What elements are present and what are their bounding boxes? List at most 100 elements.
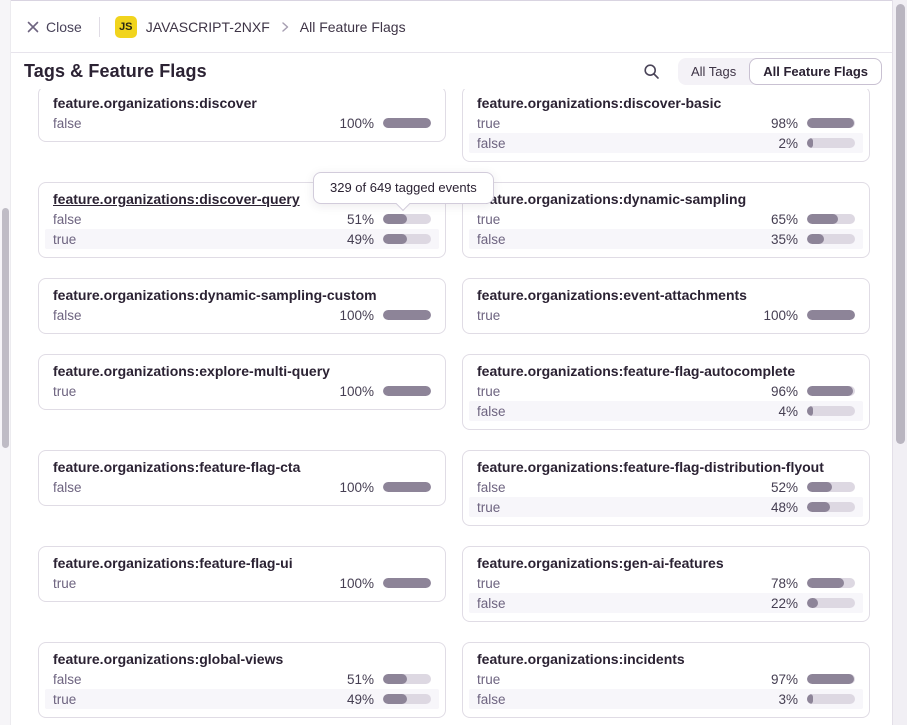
flag-value-label: false — [53, 116, 338, 131]
feature-flag-name-link[interactable]: feature.organizations:discover — [53, 93, 431, 113]
feature-flag-card: feature.organizations:explore-multi-quer… — [38, 354, 446, 410]
feature-flag-name-link[interactable]: feature.organizations:gen-ai-features — [477, 553, 855, 573]
distribution-bar-fill — [807, 234, 824, 244]
flag-rows: false52%true48% — [477, 477, 855, 517]
distribution-bar-fill — [807, 138, 813, 148]
feature-flag-card: feature.organizations:feature-flag-autoc… — [462, 354, 870, 430]
flag-percentage: 98% — [762, 116, 798, 131]
distribution-bar-fill — [807, 118, 854, 128]
feature-flag-name-link[interactable]: feature.organizations:discover-basic — [477, 93, 855, 113]
feature-flag-name-link[interactable]: feature.organizations:feature-flag-distr… — [477, 457, 855, 477]
feature-flag-name-link[interactable]: feature.organizations:global-views — [53, 649, 431, 669]
flag-value-row[interactable]: true48% — [469, 497, 863, 517]
flag-value-row[interactable]: false100% — [45, 305, 439, 325]
javascript-platform-icon: JS — [115, 16, 137, 38]
page-scrollbar-thumb[interactable] — [2, 208, 9, 448]
flag-value-row[interactable]: false100% — [45, 477, 439, 497]
distribution-bar — [383, 234, 431, 244]
flag-value-label: true — [477, 116, 762, 131]
distribution-bar — [807, 214, 855, 224]
flag-value-row[interactable]: false51% — [45, 209, 439, 229]
feature-flag-name-link[interactable]: feature.organizations:dynamic-sampling-c… — [53, 285, 431, 305]
drawer-scrollbar-thumb[interactable] — [896, 4, 905, 444]
distribution-bar-fill — [807, 310, 855, 320]
flag-value-row[interactable]: true78% — [469, 573, 863, 593]
feature-flag-card: feature.organizations:gen-ai-featurestru… — [462, 546, 870, 622]
flag-rows: false51%true49% — [53, 669, 431, 709]
flag-value-row[interactable]: true49% — [45, 689, 439, 709]
distribution-bar-fill — [807, 578, 844, 588]
flag-percentage: 97% — [762, 672, 798, 687]
flag-value-row[interactable]: true65% — [469, 209, 863, 229]
flag-value-label: false — [477, 692, 762, 707]
flag-rows: true96%false4% — [477, 381, 855, 421]
flag-value-row[interactable]: false22% — [469, 593, 863, 613]
feature-flag-name-link[interactable]: feature.organizations:incidents — [477, 649, 855, 669]
page-vertical-scrollbar[interactable] — [0, 0, 11, 725]
view-toggle: All Tags All Feature Flags — [678, 58, 882, 85]
close-button[interactable]: Close — [24, 15, 84, 39]
feature-flag-card: feature.organizations:global-viewsfalse5… — [38, 642, 446, 718]
feature-flag-name-link[interactable]: feature.organizations:dynamic-sampling — [477, 189, 855, 209]
feature-flag-card: feature.organizations:event-attachmentst… — [462, 278, 870, 334]
flag-percentage: 100% — [338, 116, 374, 131]
distribution-bar — [807, 578, 855, 588]
breadcrumb-project[interactable]: JAVASCRIPT-2NXF — [146, 19, 270, 35]
drawer-header: Tags & Feature Flags All Tags All Featur… — [11, 53, 907, 89]
flag-value-row[interactable]: false3% — [469, 689, 863, 709]
flag-percentage: 52% — [762, 480, 798, 495]
flag-value-row[interactable]: true100% — [45, 573, 439, 593]
feature-flag-card: feature.organizations:feature-flag-uitru… — [38, 546, 446, 602]
flag-percentage: 35% — [762, 232, 798, 247]
flag-rows: false100% — [53, 113, 431, 133]
feature-flag-name-link[interactable]: feature.organizations:feature-flag-ui — [53, 553, 431, 573]
flag-rows: true100% — [53, 573, 431, 593]
flag-value-row[interactable]: false100% — [45, 113, 439, 133]
flag-value-row[interactable]: true97% — [469, 669, 863, 689]
flag-value-row[interactable]: false52% — [469, 477, 863, 497]
flag-value-label: true — [477, 212, 762, 227]
feature-flag-card: feature.organizations:discover-basictrue… — [462, 89, 870, 162]
flag-percentage: 78% — [762, 576, 798, 591]
flag-value-row[interactable]: false4% — [469, 401, 863, 421]
feature-flag-name-link[interactable]: feature.organizations:feature-flag-cta — [53, 457, 431, 477]
flag-rows: true97%false3% — [477, 669, 855, 709]
flag-value-label: true — [477, 384, 762, 399]
distribution-bar-fill — [383, 234, 407, 244]
distribution-bar-fill — [383, 214, 407, 224]
tab-all-tags[interactable]: All Tags — [678, 58, 749, 85]
flag-value-row[interactable]: true100% — [469, 305, 863, 325]
distribution-bar — [383, 674, 431, 684]
flag-value-row[interactable]: false2% — [469, 133, 863, 153]
feature-flag-name-link[interactable]: feature.organizations:feature-flag-autoc… — [477, 361, 855, 381]
distribution-bar — [383, 578, 431, 588]
flag-value-row[interactable]: true96% — [469, 381, 863, 401]
distribution-bar — [807, 138, 855, 148]
search-button[interactable] — [638, 57, 666, 85]
distribution-bar — [383, 214, 431, 224]
flag-value-row[interactable]: true98% — [469, 113, 863, 133]
flag-value-row[interactable]: true49% — [45, 229, 439, 249]
topbar-divider — [99, 17, 100, 37]
distribution-bar — [807, 118, 855, 128]
distribution-bar — [807, 502, 855, 512]
drawer-vertical-scrollbar[interactable] — [892, 0, 907, 725]
distribution-bar-fill — [383, 482, 431, 492]
distribution-bar — [383, 310, 431, 320]
distribution-bar — [383, 482, 431, 492]
flag-value-label: true — [477, 672, 762, 687]
feature-flag-card: feature.organizations:feature-flag-ctafa… — [38, 450, 446, 506]
tab-all-feature-flags[interactable]: All Feature Flags — [749, 58, 882, 85]
page: Close JS JAVASCRIPT-2NXF All Feature Fla… — [0, 0, 907, 725]
chevron-right-icon — [277, 19, 293, 35]
flag-value-row[interactable]: false51% — [45, 669, 439, 689]
feature-flag-name-link[interactable]: feature.organizations:explore-multi-quer… — [53, 361, 431, 381]
flag-value-row[interactable]: true100% — [45, 381, 439, 401]
flag-value-row[interactable]: false35% — [469, 229, 863, 249]
flag-percentage: 48% — [762, 500, 798, 515]
flag-value-label: true — [53, 576, 338, 591]
distribution-bar — [807, 406, 855, 416]
flag-value-label: true — [477, 500, 762, 515]
feature-flag-name-link[interactable]: feature.organizations:event-attachments — [477, 285, 855, 305]
flag-value-label: false — [53, 480, 338, 495]
